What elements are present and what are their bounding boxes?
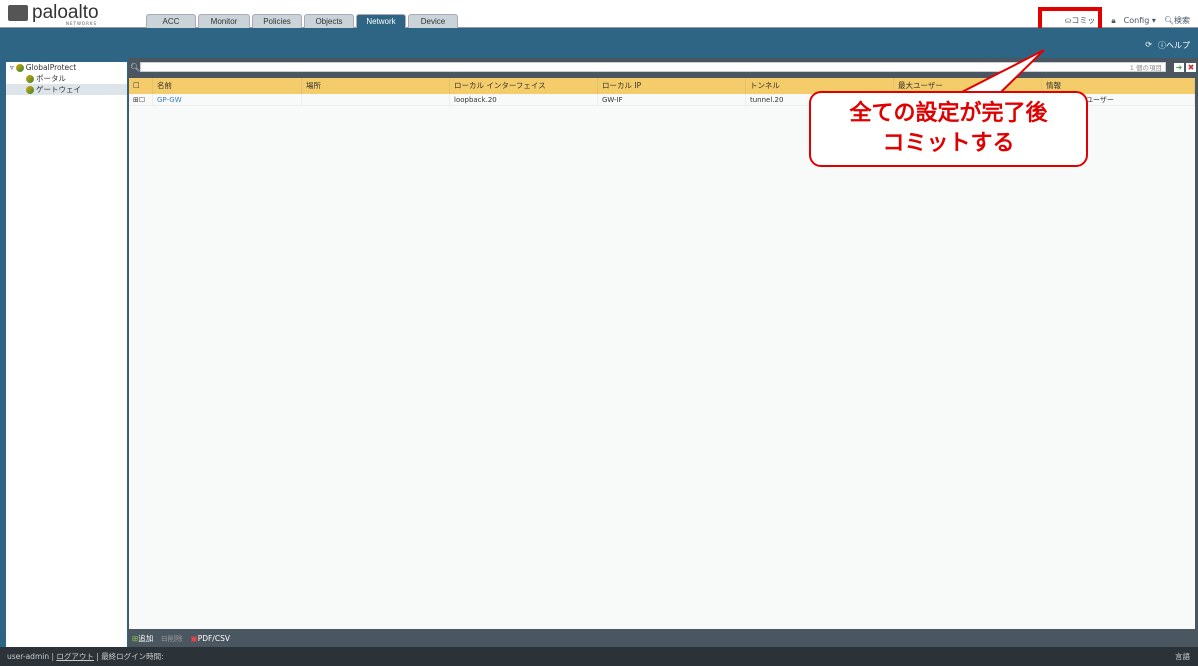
add-label: 追加 [138,633,154,643]
top-bar: paloalto NETWORKS ACC Monitor Policies O… [0,0,1198,28]
search-label: 検索 [1174,16,1190,25]
callout-line1: 全ての設定が完了後 [849,101,1048,126]
callout-line2: コミットする [882,131,1015,156]
tab-acc[interactable]: ACC [146,14,196,28]
logout-link[interactable]: ログアウト [56,652,94,661]
tree-root[interactable]: ▿ GlobalProtect [6,62,127,73]
clear-filter-icon[interactable]: ✖ [1186,62,1196,72]
filter-bar: 🔍︎ 1 個の項目 ➜ ✖ [128,61,1198,73]
tree-label: ゲートウェイ [36,85,81,94]
search-button[interactable]: 🔍︎検索 [1164,15,1190,26]
apply-filter-icon[interactable]: ➜ [1174,62,1184,72]
cell-location [302,94,450,105]
refresh-icon[interactable]: ⟳ [1145,40,1152,51]
cell-interface: loopback.20 [450,94,598,105]
row-checkbox[interactable]: ⊞☐ [129,94,153,105]
delete-label: 削除 [167,633,183,643]
portal-icon [26,74,34,83]
col-local-ip[interactable]: ローカル IP [598,78,746,94]
status-bar: user-admin | ログアウト | 最終ログイン時間: 言語 [0,647,1198,666]
tab-objects[interactable]: Objects [304,14,354,28]
logo-icon [8,5,28,21]
gateway-icon [26,85,34,94]
tab-monitor[interactable]: Monitor [198,14,250,28]
add-button[interactable]: ⊞追加 [132,633,153,644]
select-all-checkbox[interactable]: ☐ [129,78,153,94]
search-icon: 🔍︎ [130,62,141,72]
logo-sub: NETWORKS [66,21,98,26]
tab-device[interactable]: Device [408,14,458,28]
item-count: 1 個の項目 [1129,64,1162,72]
tree-label: ポータル [36,74,66,83]
annotation-callout: 全ての設定が完了後 コミットする [809,91,1088,167]
help-button[interactable]: ⓘヘルプ [1158,40,1190,51]
lock-icon[interactable]: 🔒︎ [1111,16,1115,26]
gateway-name-link[interactable]: GP-GW [153,94,302,105]
tab-network[interactable]: Network [356,14,406,28]
last-login: 最終ログイン時間: [101,652,164,661]
config-label: Config [1123,16,1150,25]
tree-root-label: GlobalProtect [25,63,77,72]
cell-ip: GW-IF [598,94,746,105]
globalprotect-icon [15,63,24,72]
help-label: ヘルプ [1166,41,1190,50]
pdf-icon: ▣ [190,633,198,643]
username: user-admin [7,652,50,661]
main-tabs: ACC Monitor Policies Objects Network Dev… [146,14,458,28]
tree-item-portal[interactable]: ポータル [6,73,127,84]
filter-input[interactable] [140,62,1166,72]
pdf-csv-button[interactable]: ▣PDF/CSV [191,634,230,643]
nav-tree: ▿ GlobalProtect ポータル ゲートウェイ [6,62,127,648]
tab-policies[interactable]: Policies [252,14,302,28]
tree-item-gateway[interactable]: ゲートウェイ [6,84,127,95]
config-menu[interactable]: Config ▾ [1124,16,1156,25]
delete-button[interactable]: ⊟削除 [161,633,182,644]
header-band [0,28,1198,58]
col-local-interface[interactable]: ローカル インターフェイス [450,78,598,94]
col-name[interactable]: 名前 [153,78,302,94]
col-location[interactable]: 場所 [302,78,450,94]
language-link[interactable]: 言語 [1175,647,1190,666]
pdf-label: PDF/CSV [197,633,230,643]
table-toolbar: ⊞追加 ⊟削除 ▣PDF/CSV [128,630,1198,646]
